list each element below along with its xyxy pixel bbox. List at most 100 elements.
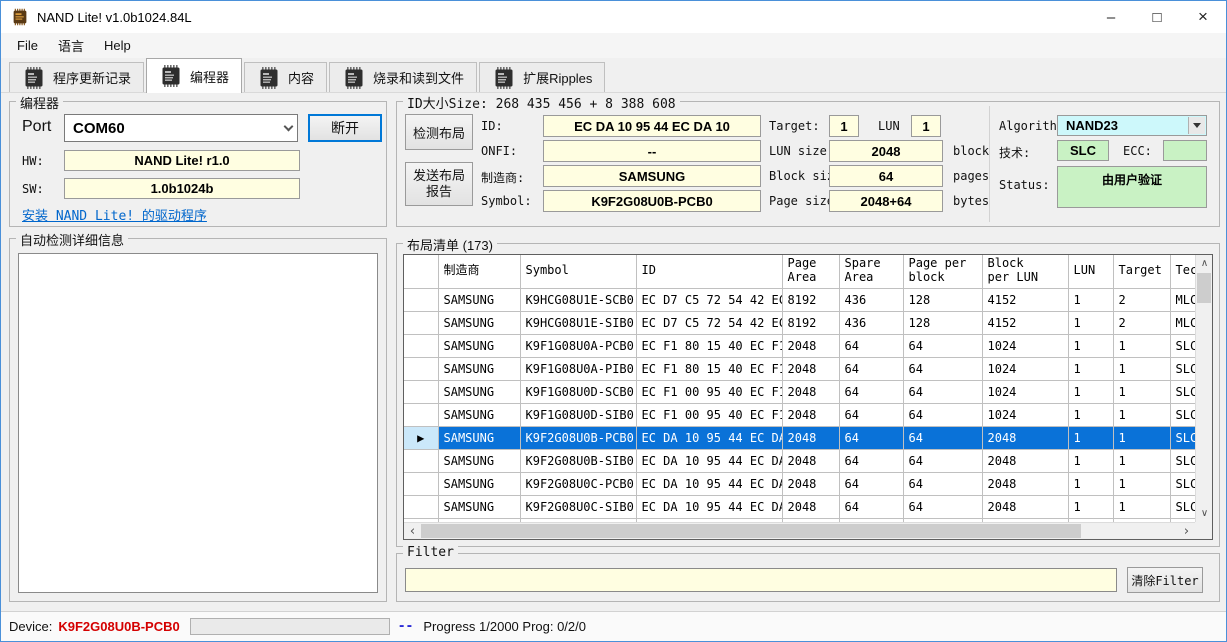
table-row[interactable]: SAMSUNG K9F2G08U0C-PCB0 EC DA 10 95 44 EC …	[404, 472, 1195, 496]
table-cell[interactable]: SAMSUNG	[438, 380, 521, 404]
table-row[interactable]: SAMSUNG K9HCG08U1E-SCB0 EC D7 C5 72 54 42 …	[404, 288, 1195, 312]
table-cell[interactable]: 2048	[782, 403, 840, 427]
table-cell[interactable]: SAMSUNG	[438, 288, 521, 312]
table-cell[interactable]: 64	[903, 449, 983, 473]
table-cell[interactable]: SAMSUNG	[438, 449, 521, 473]
disconnect-button[interactable]: 断开	[308, 114, 382, 142]
table-cell[interactable]: 64	[839, 449, 904, 473]
table-cell[interactable]: 1	[1068, 288, 1114, 312]
maximize-button[interactable]: □	[1134, 1, 1180, 33]
table-cell[interactable]: K9F2G08U0B-PCB0	[520, 426, 637, 450]
column-header[interactable]: Symbol	[520, 255, 637, 289]
table-cell[interactable]: SLC	[1170, 449, 1195, 473]
table-cell[interactable]: EC DA 10 95 44 EC DA 10	[636, 495, 783, 519]
column-header[interactable]: 制造商	[438, 255, 521, 289]
table-row[interactable]: SAMSUNG K9F1G08U0D-SCB0 EC F1 00 95 40 EC …	[404, 380, 1195, 404]
table-cell[interactable]: 1024	[982, 334, 1069, 358]
row-selector-cell[interactable]	[404, 403, 439, 427]
scroll-right-icon[interactable]: ›	[1178, 523, 1195, 540]
table-cell[interactable]: 1	[1113, 472, 1171, 496]
table-cell[interactable]: 1	[1113, 426, 1171, 450]
table-cell[interactable]: 2048	[782, 334, 840, 358]
table-cell[interactable]: 1	[1068, 334, 1114, 358]
table-cell[interactable]: K9HCG08U1E-SIB0	[520, 311, 637, 335]
algorithm-combobox[interactable]: NAND23	[1057, 115, 1207, 136]
table-cell[interactable]: 64	[903, 380, 983, 404]
column-header[interactable]: Page Area	[782, 255, 840, 289]
table-cell[interactable]: 64	[903, 403, 983, 427]
vertical-scrollbar-thumb[interactable]	[1197, 273, 1211, 303]
table-cell[interactable]: 4152	[982, 311, 1069, 335]
table-cell[interactable]: K9F2G08U0C-SIB0	[520, 495, 637, 519]
table-cell[interactable]: 1	[1068, 449, 1114, 473]
table-cell[interactable]: 4152	[982, 288, 1069, 312]
table-cell[interactable]: 64	[839, 357, 904, 381]
tab[interactable]: 烧录和读到文件	[329, 62, 478, 92]
table-cell[interactable]: MLC	[1170, 288, 1195, 312]
table-row[interactable]: SAMSUNG K9F1G08U0A-PIB0 EC F1 80 15 40 EC …	[404, 357, 1195, 381]
row-selector-cell[interactable]	[404, 334, 439, 358]
table-cell[interactable]: 1	[1113, 403, 1171, 427]
table-cell[interactable]: SAMSUNG	[438, 472, 521, 496]
table-cell[interactable]: EC F1 80 15 40 EC F1 80	[636, 334, 783, 358]
tab[interactable]: 程序更新记录	[9, 62, 145, 92]
table-row[interactable]: SAMSUNG K9HCG08U1E-SIB0 EC D7 C5 72 54 42 …	[404, 311, 1195, 335]
table-cell[interactable]: 1	[1068, 495, 1114, 519]
table-cell[interactable]: SLC	[1170, 495, 1195, 519]
table-cell[interactable]: 1024	[982, 380, 1069, 404]
table-cell[interactable]: 436	[839, 288, 904, 312]
row-selector-cell[interactable]	[404, 357, 439, 381]
table-cell[interactable]: 1	[1113, 449, 1171, 473]
detect-layout-button[interactable]: 检测布局	[405, 114, 473, 150]
table-cell[interactable]: EC DA 10 95 44 EC DA 10	[636, 472, 783, 496]
table-cell[interactable]: SLC	[1170, 426, 1195, 450]
table-cell[interactable]: 64	[839, 380, 904, 404]
table-cell[interactable]: 2048	[982, 449, 1069, 473]
table-cell[interactable]: 64	[839, 495, 904, 519]
table-cell[interactable]: SAMSUNG	[438, 403, 521, 427]
table-cell[interactable]: K9F2G08U0C-PCB0	[520, 472, 637, 496]
row-selector-cell[interactable]	[404, 495, 439, 519]
table-cell[interactable]: SAMSUNG	[438, 357, 521, 381]
table-cell[interactable]: 64	[903, 495, 983, 519]
row-selector-cell[interactable]: ▶	[404, 426, 439, 450]
table-cell[interactable]: 2048	[782, 426, 840, 450]
row-selector-cell[interactable]	[404, 449, 439, 473]
column-header[interactable]: Spare Area	[839, 255, 904, 289]
table-cell[interactable]: 64	[903, 472, 983, 496]
table-cell[interactable]: 64	[903, 357, 983, 381]
table-cell[interactable]: 2048	[982, 426, 1069, 450]
table-cell[interactable]: SLC	[1170, 334, 1195, 358]
table-cell[interactable]: 1	[1113, 357, 1171, 381]
horizontal-scrollbar[interactable]: ‹ ›	[404, 522, 1195, 539]
table-cell[interactable]: MLC	[1170, 311, 1195, 335]
menu-item[interactable]: 语言	[48, 33, 94, 58]
table-cell[interactable]: 2048	[782, 495, 840, 519]
table-row[interactable]: SAMSUNG K9F1G08U0A-PCB0 EC F1 80 15 40 EC …	[404, 334, 1195, 358]
table-cell[interactable]: SAMSUNG	[438, 334, 521, 358]
table-cell[interactable]: 64	[839, 472, 904, 496]
table-cell[interactable]: SLC	[1170, 403, 1195, 427]
table-cell[interactable]: K9F1G08U0D-SIB0	[520, 403, 637, 427]
table-cell[interactable]: EC D7 C5 72 54 42 EC D7	[636, 311, 783, 335]
table-cell[interactable]: SLC	[1170, 472, 1195, 496]
column-header[interactable]: LUN	[1068, 255, 1114, 289]
table-cell[interactable]: 1	[1113, 380, 1171, 404]
row-selector-cell[interactable]	[404, 288, 439, 312]
table-cell[interactable]: SLC	[1170, 380, 1195, 404]
table-cell[interactable]: 2048	[782, 380, 840, 404]
table-cell[interactable]: SAMSUNG	[438, 495, 521, 519]
port-combobox[interactable]: COM60	[64, 114, 298, 142]
table-cell[interactable]: EC DA 10 95 44 EC DA 10	[636, 426, 783, 450]
menu-item[interactable]: File	[7, 35, 48, 56]
table-cell[interactable]: EC D7 C5 72 54 42 EC D7	[636, 288, 783, 312]
row-selector-cell[interactable]	[404, 472, 439, 496]
scroll-left-icon[interactable]: ‹	[404, 523, 421, 540]
table-row[interactable]: SAMSUNG K9F1G08U0D-SIB0 EC F1 00 95 40 EC …	[404, 403, 1195, 427]
table-row[interactable]: ▶ SAMSUNG K9F2G08U0B-PCB0 EC DA 10 95 44 EC…	[404, 426, 1195, 450]
table-cell[interactable]: K9F2G08U0B-SIB0	[520, 449, 637, 473]
row-selector-cell[interactable]	[404, 311, 439, 335]
table-cell[interactable]: 1	[1113, 334, 1171, 358]
column-header[interactable]: Tech	[1170, 255, 1195, 289]
table-cell[interactable]: 64	[839, 403, 904, 427]
